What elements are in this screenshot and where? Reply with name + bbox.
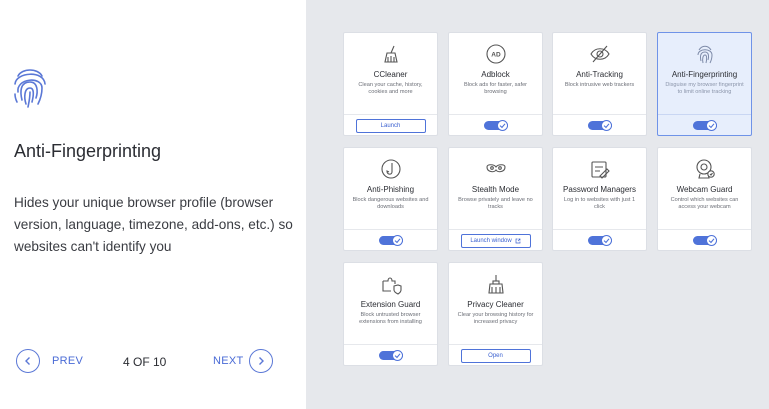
card-divider	[658, 114, 751, 115]
page-indicator: 4 OF 10	[123, 355, 167, 369]
password-form-icon	[590, 161, 610, 179]
card-title: Extension Guard	[360, 300, 421, 309]
eye-slash-icon	[589, 45, 610, 63]
check-icon	[603, 238, 609, 244]
webcam-icon	[695, 159, 715, 179]
card-description: Clean your cache, history, cookies and m…	[358, 82, 423, 95]
toggle-knob	[705, 235, 717, 246]
toggle-knob	[391, 235, 403, 246]
card-privacy-cleaner[interactable]: Privacy Cleaner Clear your browsing hist…	[448, 262, 543, 366]
anti-phishing-toggle[interactable]	[378, 235, 403, 246]
card-webcam-guard[interactable]: Webcam Guard Control which websites can …	[657, 147, 752, 251]
next-button[interactable]	[249, 349, 273, 373]
broom-icon	[383, 45, 398, 63]
card-anti-fingerprinting[interactable]: Anti-Fingerprinting Disguise my browser …	[657, 32, 752, 136]
card-title: Privacy Cleaner	[467, 300, 524, 309]
check-icon	[499, 123, 505, 129]
toggle-knob	[705, 120, 717, 131]
cleaner-icon	[487, 275, 504, 294]
ad-icon: AD	[485, 44, 506, 64]
prev-label[interactable]: PREV	[52, 355, 83, 367]
card-description: Block ads for faster, safer browsing	[463, 82, 528, 95]
card-description: Clear your browsing history for increase…	[457, 312, 534, 325]
toggle-knob	[600, 235, 612, 246]
password-managers-toggle[interactable]	[587, 235, 612, 246]
features-grid: CCleaner Clean your cache, history, cook…	[306, 0, 769, 409]
card-title: Password Managers	[563, 185, 636, 194]
card-extension-guard[interactable]: Extension Guard Block untrusted browser …	[343, 262, 438, 366]
card-title: Webcam Guard	[676, 185, 733, 194]
check-icon	[394, 353, 400, 359]
card-anti-phishing[interactable]: Anti-Phishing Block dangerous websites a…	[343, 147, 438, 251]
launch-window-button[interactable]: Launch window	[460, 234, 531, 248]
card-divider	[449, 344, 542, 345]
pager: PREV 4 OF 10 NEXT	[16, 349, 278, 375]
next-label[interactable]: NEXT	[213, 355, 244, 367]
button-label: Launch window	[470, 238, 512, 244]
card-title: Anti-Fingerprinting	[671, 70, 738, 79]
card-description: Browse privately and leave no tracks	[458, 197, 533, 210]
card-description: Block dangerous websites and downloads	[352, 197, 429, 210]
puzzle-shield-icon	[381, 277, 402, 295]
card-divider	[449, 229, 542, 230]
card-password-managers[interactable]: Password Managers Log in to websites wit…	[552, 147, 647, 251]
check-icon	[708, 123, 714, 129]
card-title: Adblock	[481, 70, 510, 79]
check-icon	[708, 238, 714, 244]
card-divider	[553, 114, 646, 115]
chevron-right-icon	[259, 357, 264, 365]
card-divider	[553, 229, 646, 230]
card-adblock[interactable]: AD Adblock Block ads for faster, safer b…	[448, 32, 543, 136]
toggle-knob	[391, 350, 403, 361]
card-divider	[344, 229, 437, 230]
toggle-knob	[496, 120, 508, 131]
hook-icon	[380, 159, 401, 179]
open-button[interactable]: Open	[460, 349, 531, 363]
feature-description: Hides your unique browser profile (brows…	[14, 195, 293, 254]
toggle-knob	[600, 120, 612, 131]
card-title: Anti-Tracking	[576, 70, 623, 79]
extension-guard-toggle[interactable]	[378, 350, 403, 361]
card-description: Disguise my browser fingerprint to limit…	[665, 82, 744, 95]
card-description: Log in to websites with just 1 click	[563, 197, 636, 210]
launch-button[interactable]: Launch	[355, 119, 426, 133]
card-anti-tracking[interactable]: Anti-Tracking Block intrusive web tracke…	[552, 32, 647, 136]
card-stealth-mode[interactable]: Stealth Mode Browse privately and leave …	[448, 147, 543, 251]
card-divider	[344, 114, 437, 115]
feature-title: Anti-Fingerprinting	[14, 141, 162, 161]
button-label: Launch	[380, 123, 401, 129]
card-ccleaner[interactable]: CCleaner Clean your cache, history, cook…	[343, 32, 438, 136]
anti-tracking-toggle[interactable]	[587, 120, 612, 131]
card-description: Block intrusive web trackers	[564, 82, 635, 88]
external-link-icon	[515, 238, 521, 244]
svg-text:AD: AD	[491, 52, 501, 59]
card-divider	[449, 114, 542, 115]
webcam-guard-toggle[interactable]	[692, 235, 717, 246]
check-icon	[603, 123, 609, 129]
card-title: Anti-Phishing	[366, 185, 415, 194]
card-divider	[658, 229, 751, 230]
mask-icon	[485, 164, 506, 173]
card-title: CCleaner	[373, 70, 408, 79]
card-description: Control which websites can access your w…	[670, 197, 739, 210]
card-description: Block untrusted browser extensions from …	[359, 312, 422, 325]
card-title: Stealth Mode	[471, 185, 520, 194]
button-label: Open	[488, 353, 503, 359]
card-divider	[344, 344, 437, 345]
adblock-toggle[interactable]	[483, 120, 508, 131]
feature-detail-panel: Anti-Fingerprinting Hides your unique br…	[0, 0, 306, 409]
fingerprint-icon	[697, 45, 713, 64]
check-icon	[394, 238, 400, 244]
prev-button[interactable]	[16, 349, 40, 373]
chevron-left-icon	[25, 357, 30, 365]
anti-fingerprinting-toggle[interactable]	[692, 120, 717, 131]
fingerprint-icon	[14, 69, 46, 108]
